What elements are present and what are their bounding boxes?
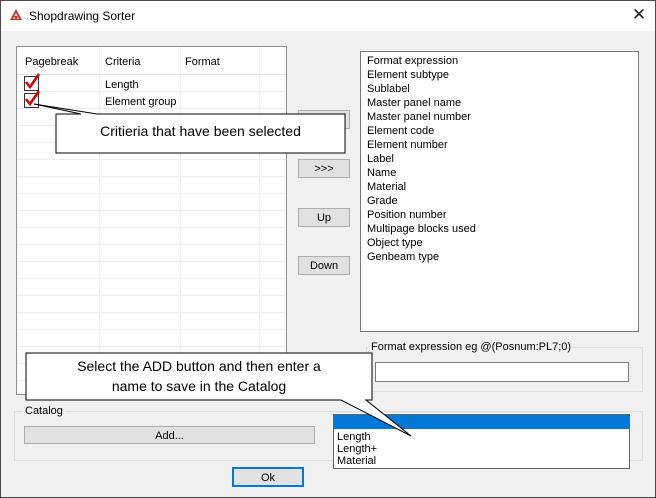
catalog-callout-line1: Select the ADD button and then enter a [77, 358, 321, 374]
shopdrawing-sorter-window: Shopdrawing Sorter ✕ Pagebreak Criteria … [0, 0, 656, 498]
catalog-callout-line2: name to save in the Catalog [111, 378, 287, 394]
criteria-callout-text: Critieria that have been selected [100, 123, 301, 139]
callout-shapes [25, 103, 412, 437]
